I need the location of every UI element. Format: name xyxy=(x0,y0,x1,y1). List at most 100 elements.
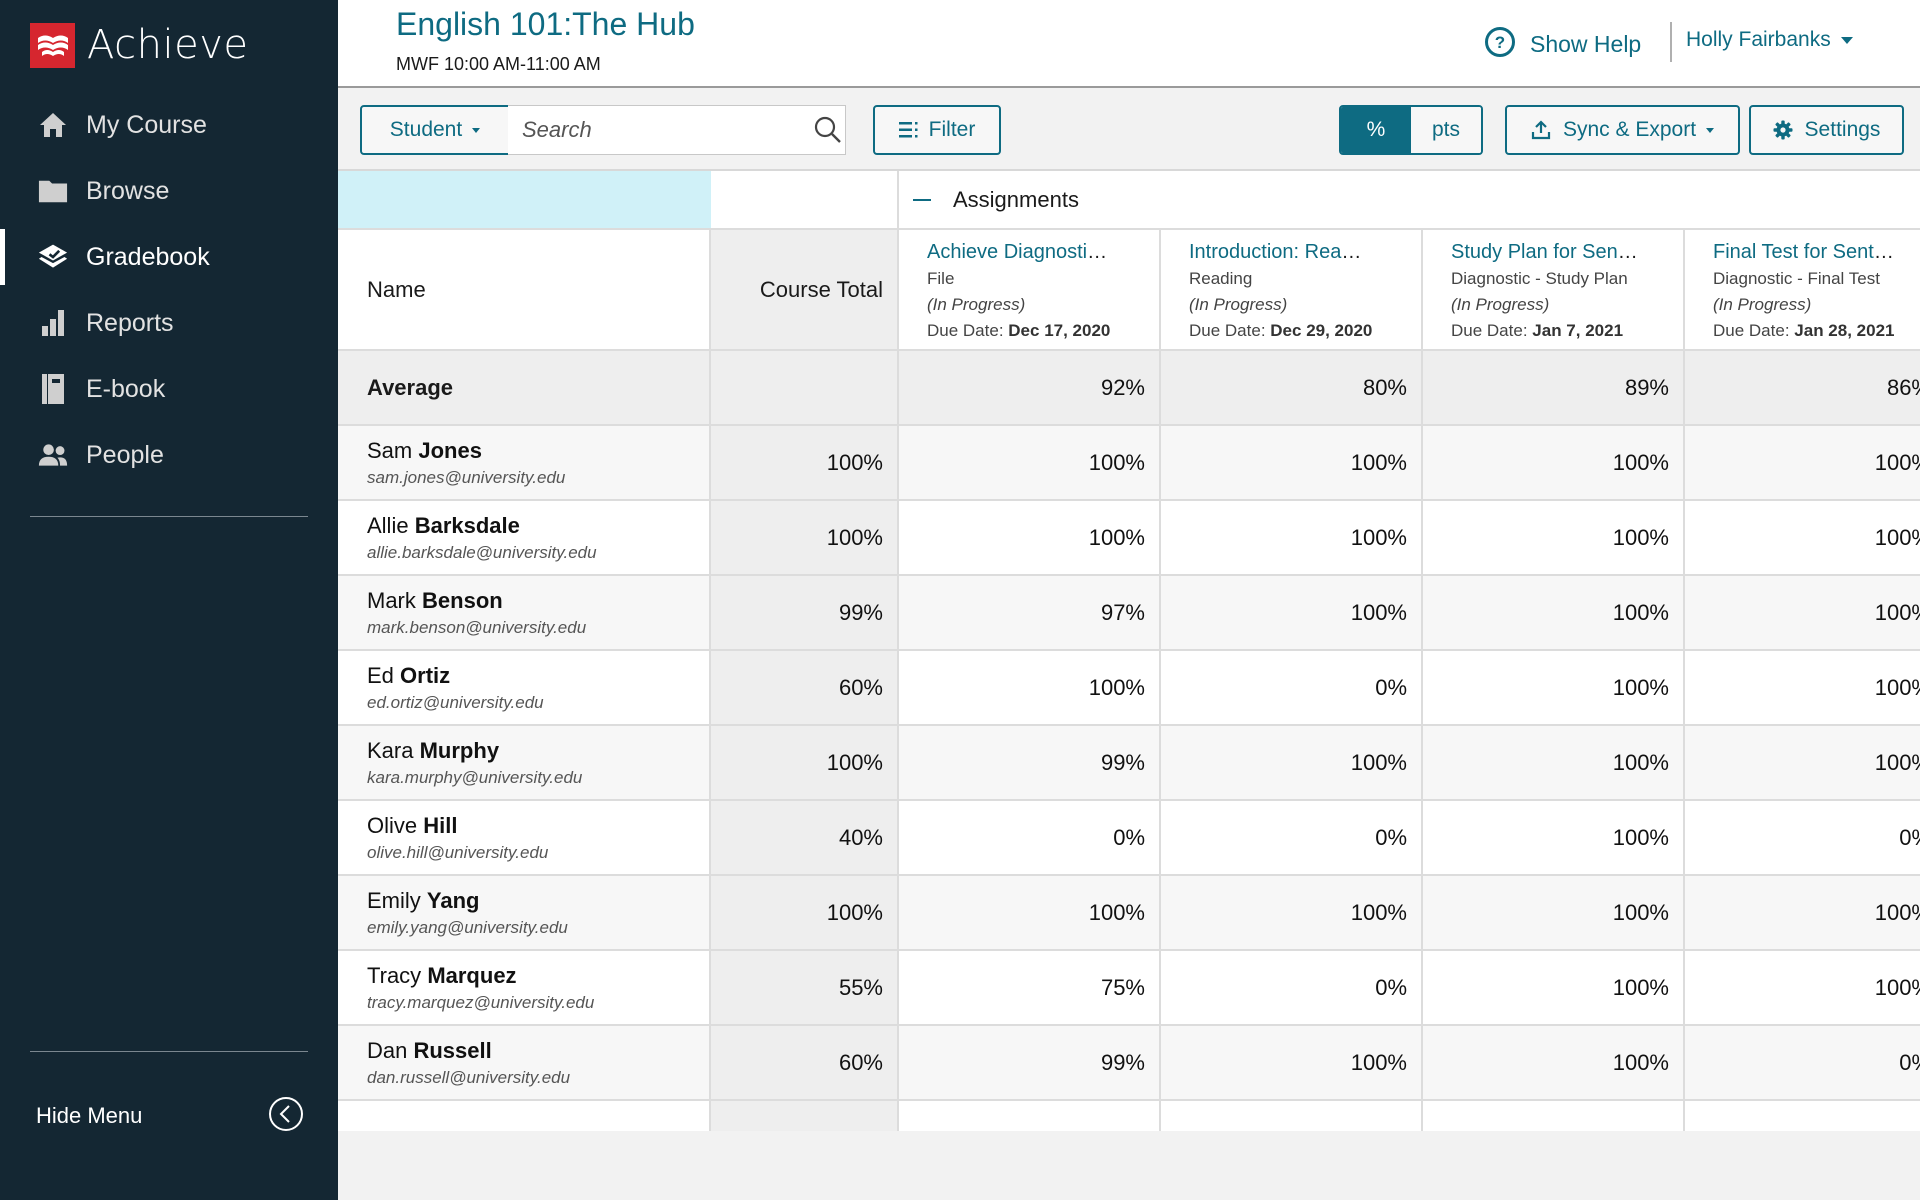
table-row-partial xyxy=(1685,1101,1920,1131)
student-row-name[interactable]: Ed Ortiz ed.ortiz@university.edu xyxy=(338,651,711,726)
student-last-name: Russell xyxy=(413,1037,492,1063)
score-cell[interactable]: 0% xyxy=(1161,951,1423,1026)
show-help-button[interactable]: ? Show Help xyxy=(1484,26,1641,63)
assignment-column-header: Achieve Diagnosti… File (In Progress) Du… xyxy=(899,230,1161,351)
caret-down-icon xyxy=(472,127,481,133)
score-cell[interactable]: 100% xyxy=(1423,726,1685,801)
bar-chart-icon xyxy=(38,308,68,338)
score-cell[interactable]: 0% xyxy=(1161,651,1423,726)
sidebar-item-my-course[interactable]: My Course xyxy=(0,92,338,158)
student-dropdown[interactable]: Student xyxy=(360,105,510,155)
score-cell[interactable]: 100% xyxy=(1161,876,1423,951)
search-input[interactable] xyxy=(508,106,814,154)
score-cell[interactable]: 100% xyxy=(1685,651,1920,726)
filter-button[interactable]: Filter xyxy=(873,105,1001,155)
student-first-name: Dan xyxy=(367,1037,408,1063)
student-name: Allie Barksdale xyxy=(367,511,709,541)
student-row-name[interactable]: Kara Murphy kara.murphy@university.edu xyxy=(338,726,711,801)
score-cell[interactable]: 0% xyxy=(1685,801,1920,876)
score-cell[interactable]: 0% xyxy=(1685,1026,1920,1101)
score-cell[interactable]: 100% xyxy=(899,426,1161,501)
student-name: Mark Benson xyxy=(367,586,709,616)
assignment-title-link[interactable]: Introduction: Rea… xyxy=(1189,238,1411,266)
score-cell[interactable]: 100% xyxy=(1685,576,1920,651)
collapse-icon[interactable] xyxy=(913,198,931,201)
brand-logo[interactable]: Achieve xyxy=(30,22,249,68)
points-toggle-option[interactable]: pts xyxy=(1411,107,1481,153)
assignment-due-date: Due Date: Dec 17, 2020 xyxy=(927,318,1149,344)
assignment-title-link[interactable]: Final Test for Sent… xyxy=(1713,238,1920,266)
score-cell[interactable]: 100% xyxy=(1423,651,1685,726)
score-cell[interactable]: 100% xyxy=(1685,726,1920,801)
score-cell[interactable]: 100% xyxy=(1423,801,1685,876)
filter-label: Filter xyxy=(928,118,976,141)
hide-menu-button[interactable]: Hide Menu xyxy=(36,1096,304,1136)
sidebar-item-reports[interactable]: Reports xyxy=(0,290,338,356)
student-email: ed.ortiz@university.edu xyxy=(367,692,544,712)
score-cell[interactable]: 100% xyxy=(1423,426,1685,501)
student-first-name: Mark xyxy=(367,587,416,613)
score-cell[interactable]: 100% xyxy=(899,651,1161,726)
student-row-name[interactable]: Sam Jones sam.jones@university.edu xyxy=(338,426,711,501)
student-row-name[interactable]: Tracy Marquez tracy.marquez@university.e… xyxy=(338,951,711,1026)
score-cell[interactable]: 100% xyxy=(1423,951,1685,1026)
score-cell[interactable]: 0% xyxy=(1161,801,1423,876)
score-cell[interactable]: 100% xyxy=(1161,426,1423,501)
sidebar-item-browse[interactable]: Browse xyxy=(0,158,338,224)
student-email: sam.jones@university.edu xyxy=(367,467,566,487)
score-cell[interactable]: 100% xyxy=(1161,501,1423,576)
sidebar-item-people[interactable]: People xyxy=(0,422,338,488)
settings-button[interactable]: Settings xyxy=(1749,105,1904,155)
course-total-column-header[interactable]: Course Total xyxy=(711,230,899,351)
sync-export-button[interactable]: Sync & Export xyxy=(1505,105,1740,155)
score-cell[interactable]: 100% xyxy=(1423,876,1685,951)
student-course-total: 40% xyxy=(711,801,899,876)
score-cell[interactable]: 100% xyxy=(899,501,1161,576)
score-cell[interactable]: 100% xyxy=(1685,876,1920,951)
folder-icon xyxy=(38,176,68,206)
user-menu[interactable]: Holly Fairbanks xyxy=(1686,28,1853,52)
student-name: Emily Yang xyxy=(367,886,709,916)
average-score-cell: 86% xyxy=(1685,351,1920,426)
student-row-name[interactable]: Olive Hill olive.hill@university.edu xyxy=(338,801,711,876)
score-cell[interactable]: 100% xyxy=(1161,1026,1423,1101)
student-row-name[interactable]: Mark Benson mark.benson@university.edu xyxy=(338,576,711,651)
score-cell[interactable]: 100% xyxy=(1423,501,1685,576)
sidebar-item-ebook[interactable]: E-book xyxy=(0,356,338,422)
student-last-name: Jones xyxy=(418,437,482,463)
score-cell[interactable]: 100% xyxy=(1423,1026,1685,1101)
student-row-name[interactable]: Emily Yang emily.yang@university.edu xyxy=(338,876,711,951)
average-score-cell: 80% xyxy=(1161,351,1423,426)
percent-toggle-option[interactable]: % xyxy=(1341,107,1411,153)
sidebar-item-label: Browse xyxy=(86,176,170,205)
score-cell[interactable]: 99% xyxy=(899,1026,1161,1101)
student-last-name: Ortiz xyxy=(400,662,451,688)
student-course-total: 60% xyxy=(711,1026,899,1101)
gear-icon xyxy=(1773,120,1793,140)
assignment-column-header: Study Plan for Sen… Diagnostic - Study P… xyxy=(1423,230,1685,351)
score-cell[interactable]: 100% xyxy=(1423,576,1685,651)
table-row-partial xyxy=(1161,1101,1423,1131)
name-column-header[interactable]: Name xyxy=(338,230,711,351)
student-email: allie.barksdale@university.edu xyxy=(367,542,597,562)
student-row-name[interactable]: Dan Russell dan.russell@university.edu xyxy=(338,1026,711,1101)
score-cell[interactable]: 75% xyxy=(899,951,1161,1026)
student-row-name[interactable]: Allie Barksdale allie.barksdale@universi… xyxy=(338,501,711,576)
assignment-title-link[interactable]: Study Plan for Sen… xyxy=(1451,238,1673,266)
sidebar-item-gradebook[interactable]: Gradebook xyxy=(0,224,338,290)
score-cell[interactable]: 100% xyxy=(1161,726,1423,801)
student-email: mark.benson@university.edu xyxy=(367,617,587,637)
assignment-column-header: Final Test for Sent… Diagnostic - Final … xyxy=(1685,230,1920,351)
score-cell[interactable]: 100% xyxy=(1685,501,1920,576)
score-cell[interactable]: 0% xyxy=(899,801,1161,876)
assignment-title-link[interactable]: Achieve Diagnosti… xyxy=(927,238,1149,266)
score-cell[interactable]: 97% xyxy=(899,576,1161,651)
score-cell[interactable]: 100% xyxy=(1685,951,1920,1026)
score-cell[interactable]: 99% xyxy=(899,726,1161,801)
score-cell[interactable]: 100% xyxy=(1685,426,1920,501)
search-icon[interactable] xyxy=(814,110,842,150)
score-cell[interactable]: 100% xyxy=(1161,576,1423,651)
student-email: dan.russell@university.edu xyxy=(367,1067,571,1087)
score-cell[interactable]: 100% xyxy=(899,876,1161,951)
page-header: English 101:The Hub MWF 10:00 AM-11:00 A… xyxy=(338,0,1920,88)
